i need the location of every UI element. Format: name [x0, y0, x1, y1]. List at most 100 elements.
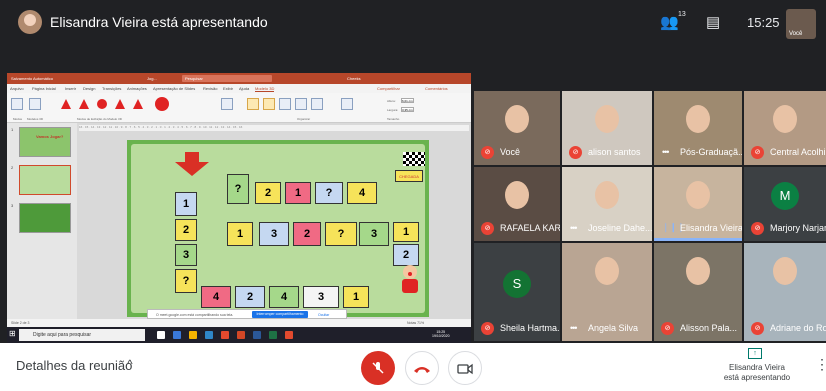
app-icon[interactable]	[285, 331, 293, 339]
view-shape-1[interactable]	[61, 99, 71, 109]
game-board: CHEGADA 1 2 3? 4 2 4 3 1? 2 1? 4 1 3 2? 3 1 2	[131, 144, 425, 313]
ppt-search-box[interactable]: Pesquisar	[182, 75, 272, 82]
chevron-up-icon[interactable]: ^	[127, 357, 133, 371]
board-tile: 3	[303, 286, 339, 308]
clown-icon	[402, 265, 418, 293]
view-shape-2[interactable]	[79, 99, 89, 109]
view-shape-5[interactable]	[133, 99, 143, 109]
finish-tile: CHEGADA	[395, 170, 423, 182]
board-tile: 1	[227, 222, 253, 246]
explorer-icon[interactable]	[189, 331, 197, 339]
share-link[interactable]: Compartilhar	[377, 86, 400, 91]
board-tile: 2	[255, 182, 281, 204]
pan-zoom-icon[interactable]	[341, 98, 353, 110]
slide-canvas[interactable]: CHEGADA 1 2 3? 4 2 4 3 1? 2 1? 4 1 3 2? 3 1 2	[127, 140, 429, 317]
alt-text-icon[interactable]	[221, 98, 233, 110]
view-shape-6[interactable]	[155, 97, 169, 111]
send-backward-icon[interactable]	[263, 98, 275, 110]
participant-tile[interactable]: ⊘ Central Acolhi	[744, 91, 826, 165]
presenting-status[interactable]: Elisandra Vieira está apresentando	[718, 363, 796, 383]
participant-name: Elisandra Vieira	[680, 223, 742, 233]
meeting-details-button[interactable]: Detalhes da reunião	[16, 358, 132, 373]
slide-thumbnail-2[interactable]	[19, 165, 71, 195]
participant-tile[interactable]: ⊘ alison santos	[562, 91, 652, 165]
store-icon[interactable]	[205, 331, 213, 339]
view-shape-3[interactable]	[97, 99, 107, 109]
participant-name: alison santos	[588, 147, 641, 157]
ribbon-group-3d-models: Modelos 3D	[27, 117, 44, 121]
windows-start-icon[interactable]: ⊞	[9, 330, 16, 338]
bring-forward-icon[interactable]	[247, 98, 259, 110]
participant-tile[interactable]: ••• Pós-Graduaçã...	[654, 91, 742, 165]
view-shape-4[interactable]	[115, 99, 125, 109]
ppt-user[interactable]: Cheeks	[347, 76, 361, 81]
people-icon[interactable]: 👥	[660, 13, 679, 31]
presenter-title: Elisandra Vieira está apresentando	[50, 14, 268, 30]
edge-icon[interactable]	[173, 331, 181, 339]
tab-exibir[interactable]: Exibir	[223, 86, 233, 91]
reset-model-icon[interactable]	[29, 98, 41, 110]
taskview-icon[interactable]	[157, 331, 165, 339]
camera-toggle-button[interactable]	[448, 351, 482, 385]
hide-notice-button[interactable]: Ocultar	[318, 313, 329, 317]
powerpoint-icon[interactable]	[237, 331, 245, 339]
bottom-bar: Detalhes da reunião ^ ↑ Elisandra Vieira…	[0, 343, 826, 391]
zoom-level[interactable]: Notas 71%	[407, 321, 424, 325]
participant-tile[interactable]: ••• Angela Silva	[562, 243, 652, 341]
self-view-thumbnail[interactable]: Você	[786, 9, 816, 39]
tab-design[interactable]: Design	[83, 86, 95, 91]
group-icon[interactable]	[311, 98, 323, 110]
word-icon[interactable]	[253, 331, 261, 339]
participant-tile[interactable]: ⊘ Você	[474, 91, 560, 165]
participant-tile[interactable]: ⊘ Alisson Pala...	[654, 243, 742, 341]
participant-video	[686, 181, 710, 209]
more-options-icon[interactable]: ⋮	[815, 357, 826, 371]
ppt-ribbon: Altura: 6,01 cm Largura: 3,35 cm Modos M…	[7, 93, 471, 123]
tab-transicoes[interactable]: Transições	[102, 86, 121, 91]
chrome-icon[interactable]	[221, 331, 229, 339]
align-icon[interactable]	[295, 98, 307, 110]
height-field[interactable]: 6,01 cm	[401, 98, 414, 103]
selection-pane-icon[interactable]	[279, 98, 291, 110]
slide-thumbnail-1[interactable]: Vamos Jogar?	[19, 127, 71, 157]
tab-pagina-inicial[interactable]: Página Inicial	[32, 86, 56, 91]
autosave-label[interactable]: Salvamento Automático	[11, 76, 53, 81]
board-tile: ?	[325, 222, 357, 246]
slide-number-1: 1	[11, 127, 14, 132]
participant-tile[interactable]: S ⊘ Sheila Hartma...	[474, 243, 560, 341]
mic-off-icon: ⊘	[751, 146, 764, 159]
chat-icon[interactable]: ▤	[706, 13, 720, 31]
camera-icon	[457, 363, 473, 375]
excel-icon[interactable]	[269, 331, 277, 339]
participant-tile[interactable]: ⊘ RAFAELA KAR...	[474, 167, 560, 241]
slide-counter: Slide 2 de 3	[11, 321, 30, 325]
tab-revisao[interactable]: Revisão	[203, 86, 217, 91]
leave-call-button[interactable]	[405, 351, 439, 385]
slide-number-3: 3	[11, 203, 14, 208]
participant-tile[interactable]: M ⊘ Marjory Narjar	[744, 167, 826, 241]
board-tile: ?	[175, 269, 197, 293]
participant-tile[interactable]: ❘❙❘ Elisandra Vieira	[654, 167, 742, 241]
tab-inserir[interactable]: Inserir	[65, 86, 76, 91]
tab-animacoes[interactable]: Animações	[127, 86, 147, 91]
participant-tile[interactable]: ••• Joseline Dahe...	[562, 167, 652, 241]
participant-video	[773, 105, 797, 133]
tab-modelo-3d[interactable]: Modelo 3D	[255, 86, 275, 92]
width-label: Largura:	[387, 108, 399, 112]
tab-ajuda[interactable]: Ajuda	[239, 86, 249, 91]
microphone-toggle-button[interactable]	[361, 351, 395, 385]
tab-apresentacao[interactable]: Apresentação de Slides	[153, 86, 195, 91]
3d-models-icon[interactable]	[11, 98, 23, 110]
present-screen-icon[interactable]: ↑	[748, 348, 762, 359]
slide-thumbnail-3[interactable]	[19, 203, 71, 233]
board-tile: 3	[359, 222, 389, 246]
participant-tile[interactable]: ⊘ Adriane do Ro	[744, 243, 826, 341]
board-tile: 2	[393, 244, 419, 266]
checkered-flag-icon	[403, 152, 425, 166]
stop-sharing-button[interactable]: Interromper compartilhamento	[252, 311, 308, 318]
width-field[interactable]: 3,35 cm	[401, 107, 414, 112]
tab-arquivo[interactable]: Arquivo	[10, 86, 24, 91]
taskbar-search[interactable]: Digite aqui para pesquisar	[19, 329, 145, 341]
board-tile: ?	[315, 182, 343, 204]
comments-link[interactable]: Comentários	[425, 86, 448, 91]
